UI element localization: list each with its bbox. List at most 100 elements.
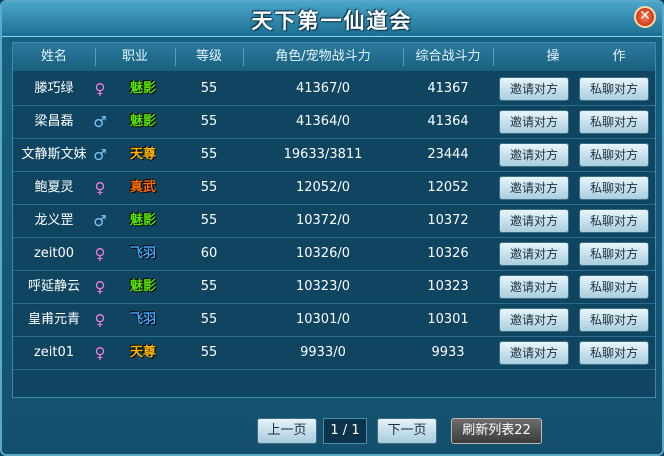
power-value: 9933/0 xyxy=(300,345,346,360)
level-value: 55 xyxy=(200,345,218,360)
player-name: zeit01 xyxy=(33,345,75,360)
table-row: zeit01 ♀ 天尊 55 9933/0 9933 邀请对方 私聊对方 xyxy=(13,337,655,370)
male-icon: ♂ xyxy=(93,212,107,230)
class-name: 天尊 xyxy=(129,147,156,162)
private-chat-button[interactable]: 私聊对方 xyxy=(579,242,649,266)
table-row: 鲍夏灵 ♀ 真武 55 12052/0 12052 邀请对方 私聊对方 xyxy=(13,172,655,205)
class-name: 魅影 xyxy=(129,81,156,96)
power-value: 41367/0 xyxy=(295,81,350,96)
level-value: 55 xyxy=(200,279,218,294)
invite-button[interactable]: 邀请对方 xyxy=(499,143,569,167)
total-power-value: 41367 xyxy=(427,81,469,96)
header-level: 等级 xyxy=(195,49,222,64)
total-power-value: 10323 xyxy=(427,279,469,294)
power-value: 12052/0 xyxy=(295,180,350,195)
total-power-value: 10326 xyxy=(427,246,469,261)
total-power-value: 23444 xyxy=(427,147,469,162)
power-value: 19633/3811 xyxy=(283,147,363,162)
total-power-value: 41364 xyxy=(427,114,469,129)
private-chat-button[interactable]: 私聊对方 xyxy=(579,308,649,332)
invite-button[interactable]: 邀请对方 xyxy=(499,341,569,365)
invite-button[interactable]: 邀请对方 xyxy=(499,275,569,299)
player-name: 龙义罡 xyxy=(34,213,74,228)
player-name: 鲍夏灵 xyxy=(34,180,74,195)
male-icon: ♂ xyxy=(93,146,107,164)
invite-button[interactable]: 邀请对方 xyxy=(499,77,569,101)
player-name: 文静斯文妹 xyxy=(21,147,87,162)
female-icon: ♀ xyxy=(94,80,106,98)
header-total: 综合战斗力 xyxy=(415,49,481,64)
female-icon: ♀ xyxy=(94,278,106,296)
page-indicator: 1 / 1 xyxy=(323,418,367,444)
power-value: 10301/0 xyxy=(295,312,350,327)
total-power-value: 12052 xyxy=(427,180,469,195)
power-value: 10323/0 xyxy=(295,279,350,294)
player-name: 梁昌磊 xyxy=(34,114,74,129)
header-power: 角色/宠物战斗力 xyxy=(275,49,371,64)
male-icon: ♂ xyxy=(93,113,107,131)
table-row: 呼延静云 ♀ 魅影 55 10323/0 10323 邀请对方 私聊对方 xyxy=(13,271,655,304)
close-button[interactable]: ✕ xyxy=(634,6,656,28)
header-class: 职业 xyxy=(121,49,148,64)
player-table: 姓名 职业 等级 角色/宠物战斗力 综合战斗力 操 作 滕巧绿 ♀ 魅影 55 4136… xyxy=(12,42,656,398)
table-row: 文静斯文妹 ♂ 天尊 55 19633/3811 23444 邀请对方 私聊对方 xyxy=(13,139,655,172)
private-chat-button[interactable]: 私聊对方 xyxy=(579,176,649,200)
header-name: 姓名 xyxy=(40,49,67,64)
player-name: zeit00 xyxy=(33,246,75,261)
window-title: 天下第一仙道会 xyxy=(251,9,413,33)
table-row: 梁昌磊 ♂ 魅影 55 41364/0 41364 邀请对方 私聊对方 xyxy=(13,106,655,139)
level-value: 55 xyxy=(200,180,218,195)
level-value: 60 xyxy=(200,246,218,261)
player-name: 皇甫元青 xyxy=(27,312,80,327)
female-icon: ♀ xyxy=(94,179,106,197)
invite-button[interactable]: 邀请对方 xyxy=(499,110,569,134)
header-op2: 作 xyxy=(612,49,626,64)
table-row: 滕巧绿 ♀ 魅影 55 41367/0 41367 邀请对方 私聊对方 xyxy=(13,73,655,106)
invite-button[interactable]: 邀请对方 xyxy=(499,209,569,233)
table-row: 皇甫元青 ♀ 飞羽 55 10301/0 10301 邀请对方 私聊对方 xyxy=(13,304,655,337)
prev-page-button[interactable]: 上一页 xyxy=(257,418,317,444)
level-value: 55 xyxy=(200,213,218,228)
private-chat-button[interactable]: 私聊对方 xyxy=(579,77,649,101)
header-op1: 操 xyxy=(546,49,560,64)
refresh-list-button[interactable]: 刷新列表22 xyxy=(451,418,542,444)
close-icon: ✕ xyxy=(639,8,651,24)
power-value: 41364/0 xyxy=(295,114,350,129)
invite-button[interactable]: 邀请对方 xyxy=(499,308,569,332)
title-bar: 天下第一仙道会 ✕ xyxy=(2,2,662,37)
header-divider xyxy=(493,48,494,66)
level-value: 55 xyxy=(200,81,218,96)
private-chat-button[interactable]: 私聊对方 xyxy=(579,209,649,233)
total-power-value: 10372 xyxy=(427,213,469,228)
class-name: 飞羽 xyxy=(129,312,156,327)
pagination-bar: 上一页 1 / 1 下一页 刷新列表22 xyxy=(2,402,662,452)
female-icon: ♀ xyxy=(94,344,106,362)
class-name: 天尊 xyxy=(129,345,156,360)
class-name: 飞羽 xyxy=(129,246,156,261)
private-chat-button[interactable]: 私聊对方 xyxy=(579,275,649,299)
class-name: 真武 xyxy=(129,180,156,195)
private-chat-button[interactable]: 私聊对方 xyxy=(579,341,649,365)
private-chat-button[interactable]: 私聊对方 xyxy=(579,110,649,134)
invite-button[interactable]: 邀请对方 xyxy=(499,176,569,200)
player-name: 呼延静云 xyxy=(27,279,80,294)
power-value: 10372/0 xyxy=(295,213,350,228)
table-header: 姓名 职业 等级 角色/宠物战斗力 综合战斗力 操 作 xyxy=(13,43,655,71)
power-value: 10326/0 xyxy=(295,246,350,261)
class-name: 魅影 xyxy=(129,114,156,129)
invite-button[interactable]: 邀请对方 xyxy=(499,242,569,266)
total-power-value: 10301 xyxy=(427,312,469,327)
player-name: 滕巧绿 xyxy=(34,81,74,96)
class-name: 魅影 xyxy=(129,213,156,228)
total-power-value: 9933 xyxy=(431,345,465,360)
next-page-button[interactable]: 下一页 xyxy=(377,418,437,444)
table-row: 龙义罡 ♂ 魅影 55 10372/0 10372 邀请对方 私聊对方 xyxy=(13,205,655,238)
table-row: zeit00 ♀ 飞羽 60 10326/0 10326 邀请对方 私聊对方 xyxy=(13,238,655,271)
level-value: 55 xyxy=(200,147,218,162)
level-value: 55 xyxy=(200,312,218,327)
female-icon: ♀ xyxy=(94,245,106,263)
class-name: 魅影 xyxy=(129,279,156,294)
level-value: 55 xyxy=(200,114,218,129)
arena-window: 天下第一仙道会 ✕ 姓名 职业 等级 角色/宠物战斗力 综合战斗力 操 作 滕巧… xyxy=(0,0,664,456)
private-chat-button[interactable]: 私聊对方 xyxy=(579,143,649,167)
